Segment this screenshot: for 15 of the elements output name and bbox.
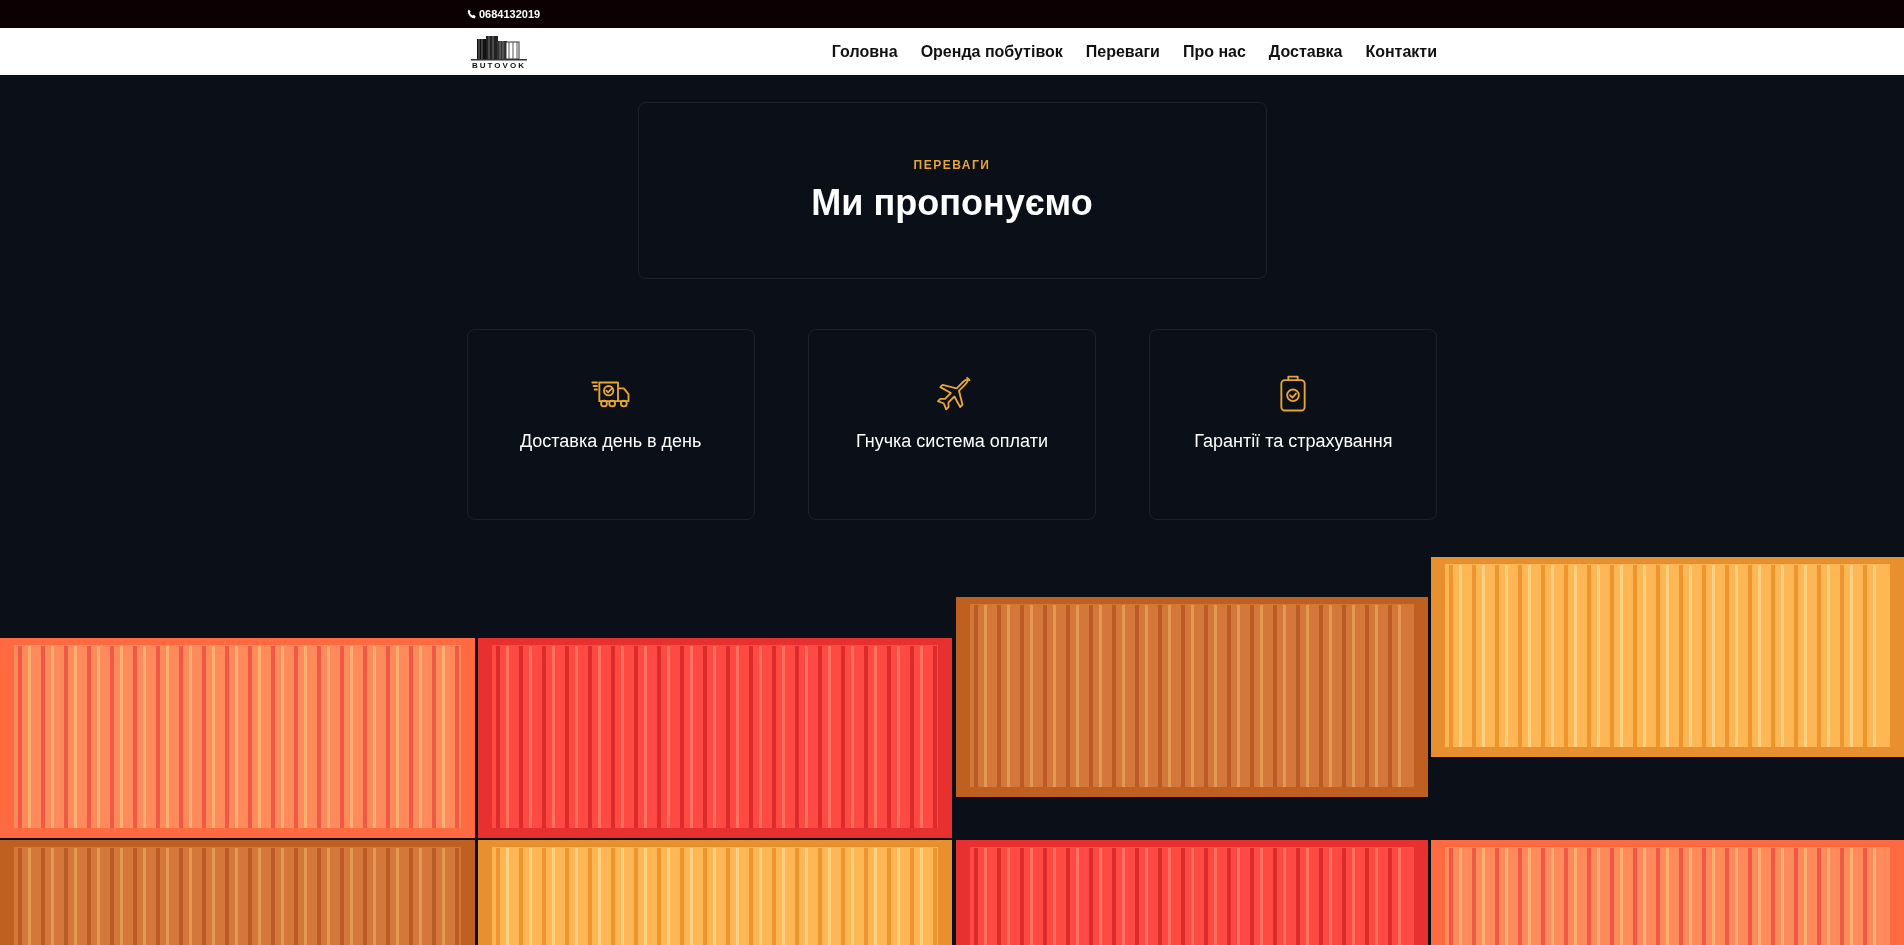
nav-link[interactable]: Контакти <box>1365 42 1437 61</box>
nav-link[interactable]: Про нас <box>1182 42 1246 61</box>
phone-number[interactable]: 0684132019 <box>467 8 541 20</box>
feature-title: Гнучка система оплати <box>856 431 1048 452</box>
phone-icon <box>467 9 477 19</box>
section-heading: Ми пропонуємо <box>811 181 1093 224</box>
nav-link[interactable]: Доставка <box>1268 42 1343 61</box>
section-label: ПЕРЕВАГИ <box>913 157 991 172</box>
nav-link[interactable]: Переваги <box>1085 42 1160 61</box>
feature-title: Доставка день в день <box>519 431 702 452</box>
nav-link[interactable]: Оренда побутівок <box>920 42 1063 61</box>
logo[interactable]: BUTOVOK <box>467 33 531 70</box>
nav-link[interactable]: Головна <box>831 42 898 61</box>
building-icon <box>469 33 529 61</box>
feature-title: Гарантії та страхування <box>1194 431 1393 452</box>
